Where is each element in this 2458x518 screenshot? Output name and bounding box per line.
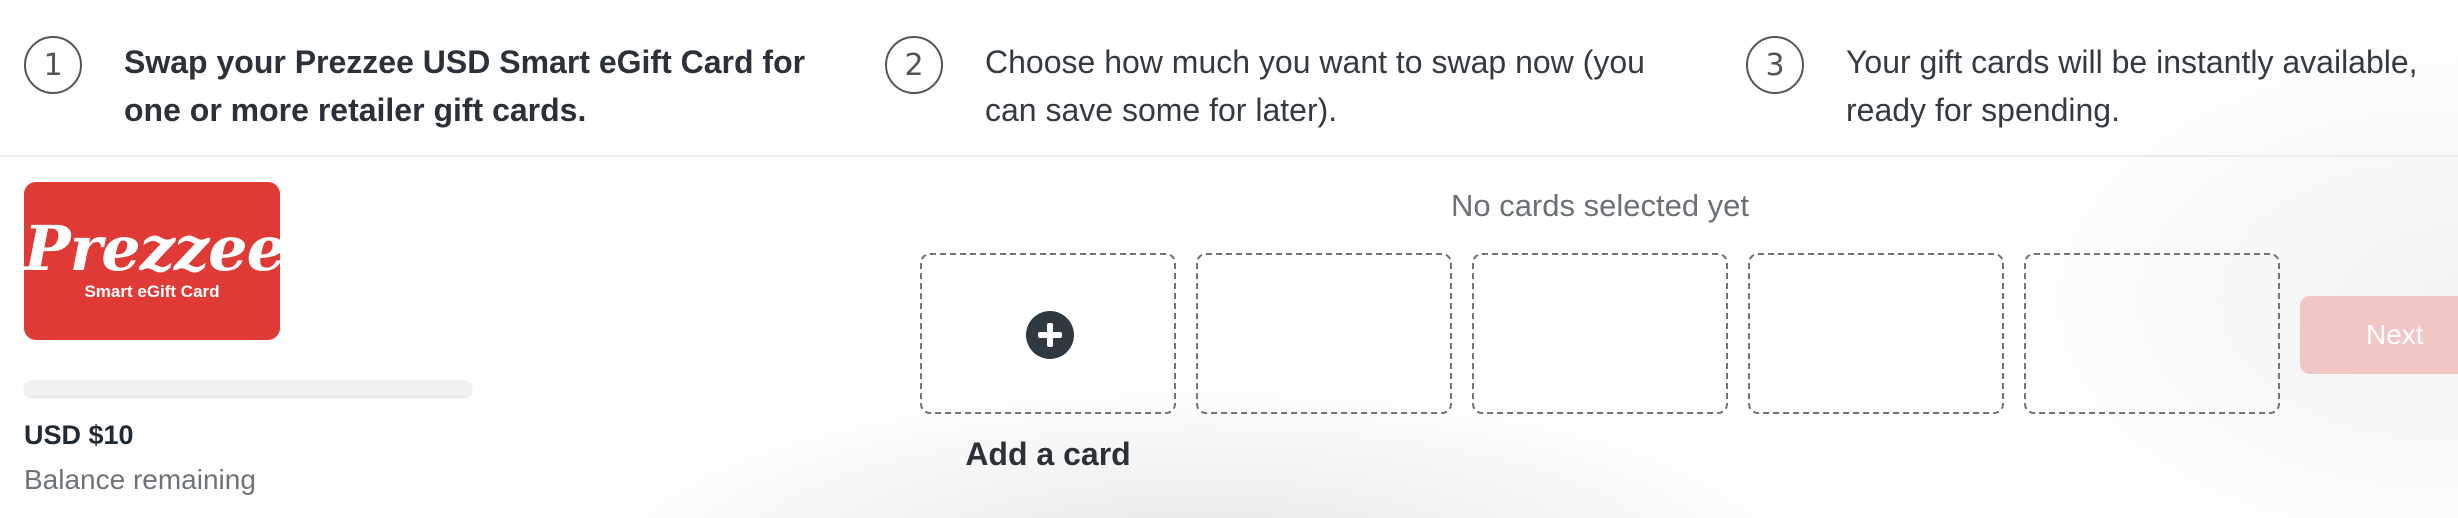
- step-1-text-line2: one or more retailer gift cards.: [124, 92, 587, 128]
- step-3-text-line2: ready for spending.: [1846, 92, 2120, 128]
- steps-header: 1 Swap your Prezzee USD Smart eGift Card…: [0, 0, 2458, 157]
- plus-circle-icon[interactable]: [1026, 311, 1074, 359]
- prezzee-gift-card-image: Prezzee Smart eGift Card: [24, 182, 286, 340]
- card-subtitle: Smart eGift Card: [84, 282, 220, 301]
- step-2-number: 2: [885, 36, 943, 94]
- empty-selection-message: No cards selected yet: [1450, 188, 1750, 223]
- empty-card-slot-4: [1748, 253, 2004, 414]
- next-button[interactable]: Next: [2300, 296, 2458, 374]
- balance-label: Balance remaining: [24, 464, 256, 495]
- add-card-slot[interactable]: [920, 253, 1176, 414]
- step-2-text-line2: can save some for later).: [985, 92, 1338, 128]
- balance-amount: USD $10: [24, 420, 134, 450]
- step-1-text-line1: Swap your Prezzee USD Smart eGift Card f…: [124, 44, 806, 80]
- empty-card-slot-2: [1196, 253, 1452, 414]
- step-1-number: 1: [24, 36, 82, 94]
- balance-progress-bar: [24, 380, 472, 396]
- empty-card-slot-5: [2024, 253, 2280, 414]
- empty-card-slot-3: [1472, 253, 1728, 414]
- step-2-text-line1: Choose how much you want to swap now (yo…: [985, 44, 1645, 80]
- step-3-text-line1: Your gift cards will be instantly availa…: [1846, 44, 2418, 80]
- step-3-number: 3: [1746, 36, 1804, 94]
- prezzee-logo: Prezzee: [24, 212, 286, 285]
- add-card-label[interactable]: Add a card: [920, 436, 1176, 473]
